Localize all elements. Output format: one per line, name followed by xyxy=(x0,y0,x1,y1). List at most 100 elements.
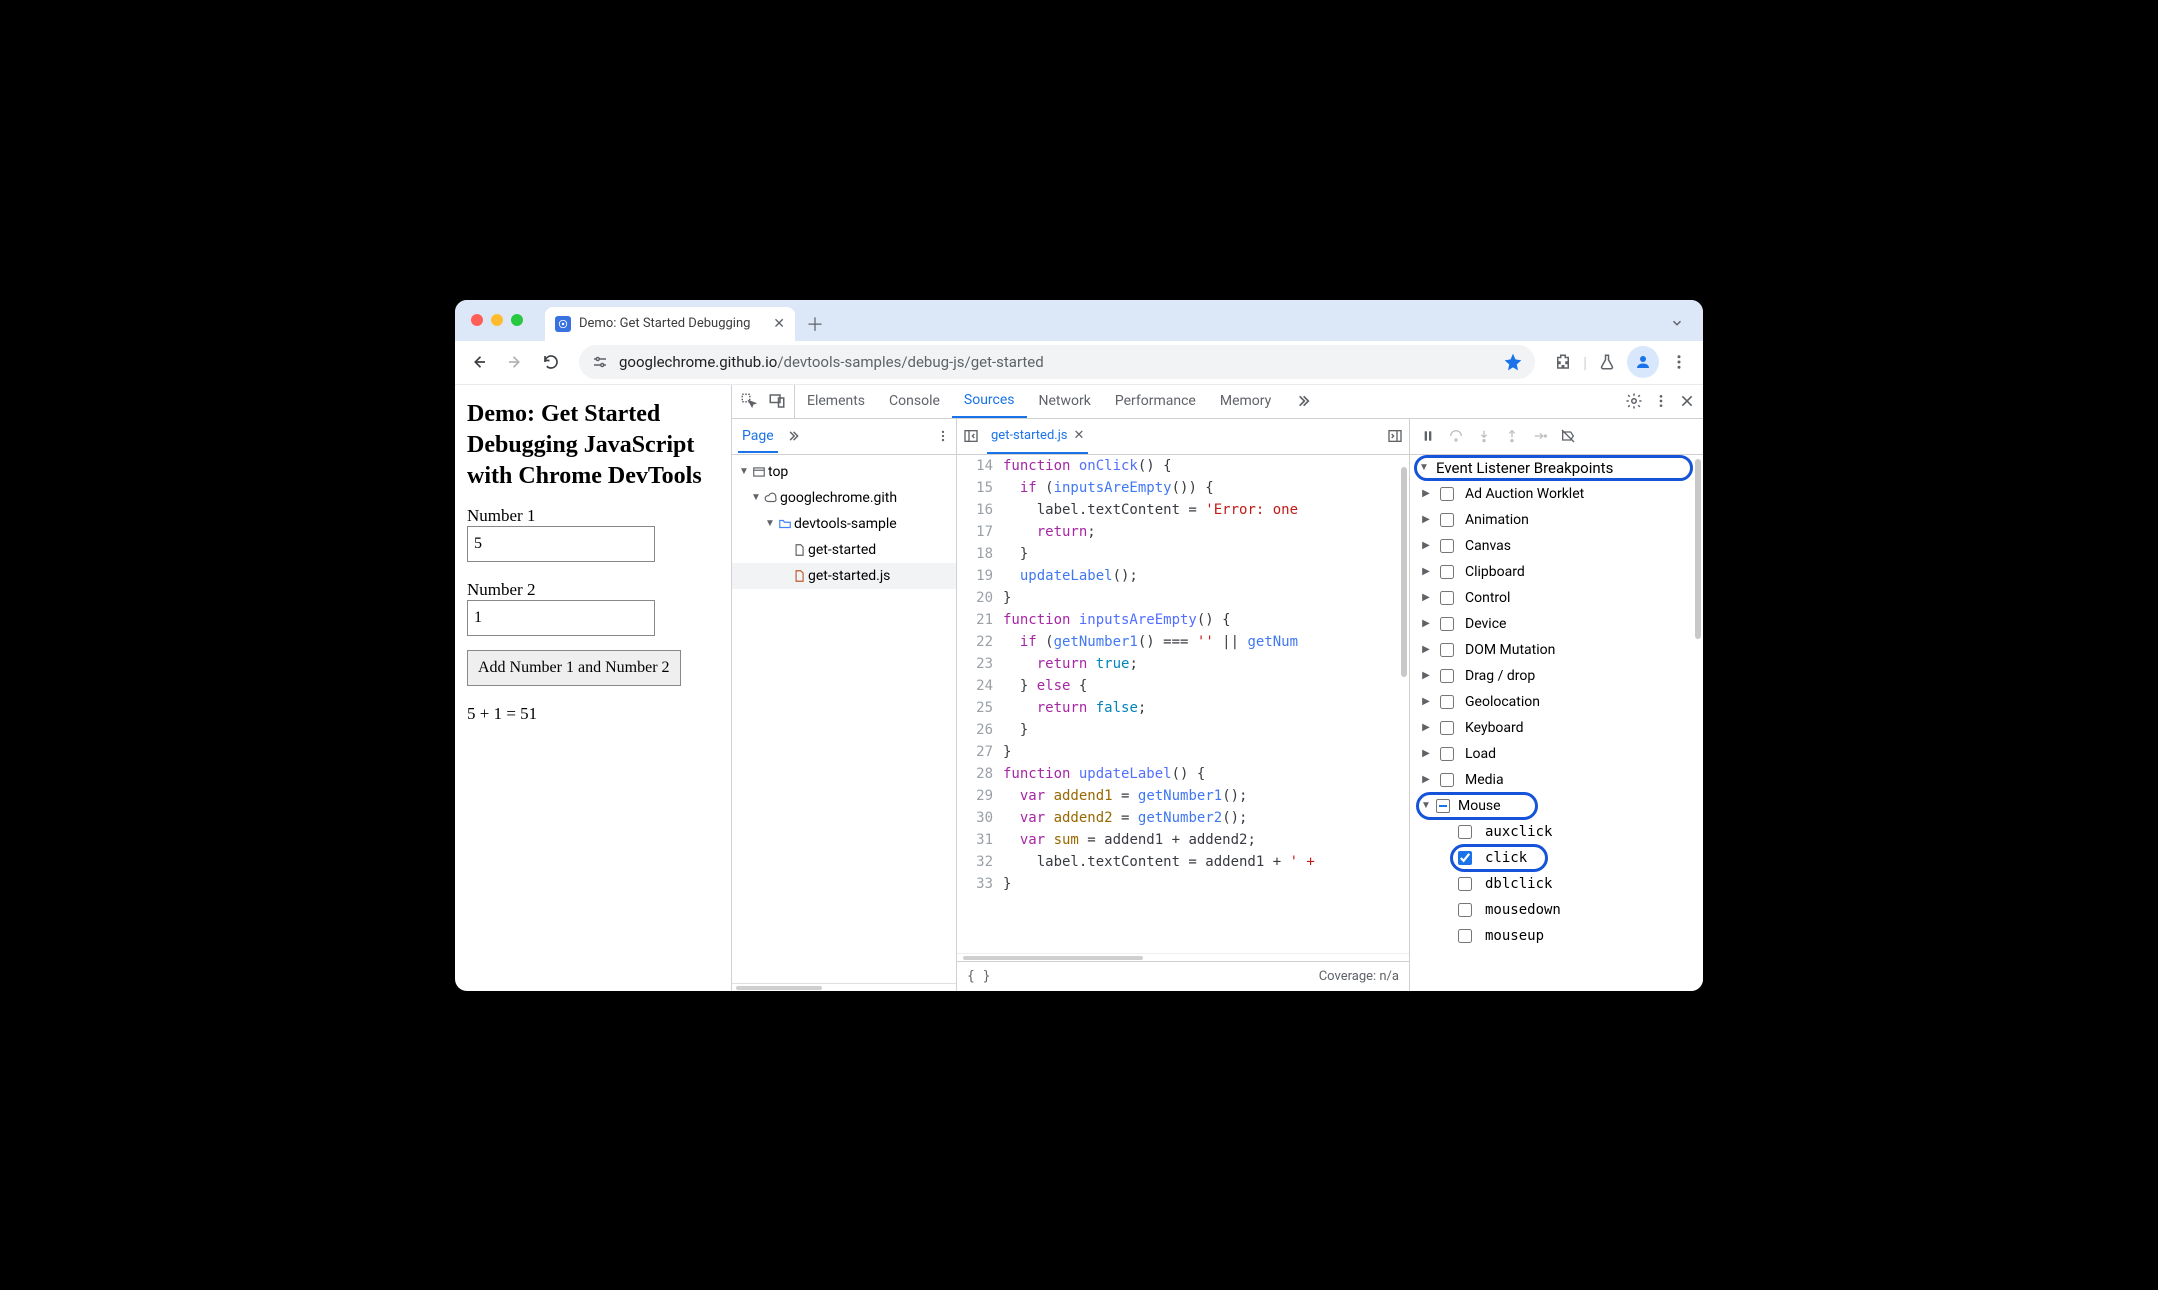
code-line[interactable]: 15 if (inputsAreEmpty()) { xyxy=(957,477,1409,499)
line-number[interactable]: 30 xyxy=(957,807,1003,829)
code-line[interactable]: 29 var addend1 = getNumber1(); xyxy=(957,785,1409,807)
category-checkbox[interactable] xyxy=(1440,591,1454,605)
category-row[interactable]: ▶Drag / drop xyxy=(1410,663,1703,689)
devtools-tab-console[interactable]: Console xyxy=(877,385,952,418)
event-row-mousedown[interactable]: mousedown xyxy=(1410,897,1703,923)
category-row[interactable]: ▶Load xyxy=(1410,741,1703,767)
more-panels-button[interactable] xyxy=(1283,385,1323,418)
code-line[interactable]: 33} xyxy=(957,873,1409,895)
category-checkbox[interactable] xyxy=(1440,721,1454,735)
category-row[interactable]: ▶Ad Auction Worklet xyxy=(1410,481,1703,507)
code-line[interactable]: 31 var sum = addend1 + addend2; xyxy=(957,829,1409,851)
debugger-scrollbar[interactable] xyxy=(1695,459,1701,639)
code-line[interactable]: 21function inputsAreEmpty() { xyxy=(957,609,1409,631)
line-number[interactable]: 27 xyxy=(957,741,1003,763)
code-viewport[interactable]: 14function onClick() {15 if (inputsAreEm… xyxy=(957,455,1409,953)
line-number[interactable]: 31 xyxy=(957,829,1003,851)
devtools-tab-performance[interactable]: Performance xyxy=(1103,385,1208,418)
category-row[interactable]: ▶Keyboard xyxy=(1410,715,1703,741)
code-line[interactable]: 22 if (getNumber1() === '' || getNum xyxy=(957,631,1409,653)
event-checkbox[interactable] xyxy=(1458,825,1472,839)
toggle-navigator-icon[interactable] xyxy=(963,428,979,444)
step-into-button[interactable] xyxy=(1476,428,1492,444)
browser-tab[interactable]: Demo: Get Started Debugging ✕ xyxy=(545,307,795,341)
tab-close-icon[interactable]: ✕ xyxy=(773,316,785,332)
number2-input[interactable]: 1 xyxy=(467,600,655,636)
category-row[interactable]: ▶Device xyxy=(1410,611,1703,637)
code-line[interactable]: 27} xyxy=(957,741,1409,763)
number1-input[interactable]: 5 xyxy=(467,526,655,562)
code-line[interactable]: 17 return; xyxy=(957,521,1409,543)
category-row[interactable]: ▶Clipboard xyxy=(1410,559,1703,585)
event-checkbox[interactable] xyxy=(1458,851,1472,865)
code-line[interactable]: 18 } xyxy=(957,543,1409,565)
reload-button[interactable] xyxy=(535,346,567,378)
line-number[interactable]: 25 xyxy=(957,697,1003,719)
site-settings-icon[interactable] xyxy=(591,353,609,371)
category-checkbox[interactable] xyxy=(1440,487,1454,501)
devtools-tab-memory[interactable]: Memory xyxy=(1208,385,1283,418)
checkbox-indeterminate-icon[interactable] xyxy=(1436,799,1450,813)
devtools-close-icon[interactable] xyxy=(1679,393,1695,409)
line-number[interactable]: 17 xyxy=(957,521,1003,543)
address-bar[interactable]: googlechrome.github.io/devtools-samples/… xyxy=(579,345,1535,379)
devtools-tab-network[interactable]: Network xyxy=(1027,385,1103,418)
line-number[interactable]: 29 xyxy=(957,785,1003,807)
category-row[interactable]: ▶Animation xyxy=(1410,507,1703,533)
profile-button[interactable] xyxy=(1627,346,1659,378)
code-line[interactable]: 25 return false; xyxy=(957,697,1409,719)
navigator-hscroll[interactable] xyxy=(732,983,956,991)
category-mouse[interactable]: ▼ Mouse xyxy=(1410,793,1703,819)
category-row[interactable]: ▶Canvas xyxy=(1410,533,1703,559)
category-checkbox[interactable] xyxy=(1440,669,1454,683)
tree-top[interactable]: ▼ top xyxy=(732,459,956,485)
toggle-debugger-icon[interactable] xyxy=(1387,428,1403,444)
file-tree[interactable]: ▼ top ▼ googlechrome.gith ▼ devtools-sam… xyxy=(732,455,956,983)
tab-search-button[interactable] xyxy=(1665,311,1689,335)
new-tab-button[interactable]: ＋ xyxy=(801,310,829,338)
code-line[interactable]: 16 label.textContent = 'Error: one xyxy=(957,499,1409,521)
line-number[interactable]: 26 xyxy=(957,719,1003,741)
step-button[interactable] xyxy=(1532,428,1548,444)
event-row-dblclick[interactable]: dblclick xyxy=(1410,871,1703,897)
category-checkbox[interactable] xyxy=(1440,565,1454,579)
navigator-subtab-page[interactable]: Page xyxy=(738,420,778,453)
code-line[interactable]: 19 updateLabel(); xyxy=(957,565,1409,587)
code-line[interactable]: 24 } else { xyxy=(957,675,1409,697)
tree-domain[interactable]: ▼ googlechrome.gith xyxy=(732,485,956,511)
line-number[interactable]: 18 xyxy=(957,543,1003,565)
line-number[interactable]: 28 xyxy=(957,763,1003,785)
maximize-window-button[interactable] xyxy=(511,314,523,326)
category-row[interactable]: ▶Control xyxy=(1410,585,1703,611)
code-line[interactable]: 20} xyxy=(957,587,1409,609)
close-window-button[interactable] xyxy=(471,314,483,326)
chrome-menu-button[interactable] xyxy=(1663,346,1695,378)
line-number[interactable]: 33 xyxy=(957,873,1003,895)
event-row-click[interactable]: click xyxy=(1410,845,1703,871)
code-line[interactable]: 14function onClick() { xyxy=(957,455,1409,477)
line-number[interactable]: 20 xyxy=(957,587,1003,609)
pretty-print-icon[interactable]: { } xyxy=(967,969,990,984)
category-checkbox[interactable] xyxy=(1440,643,1454,657)
bookmark-star-icon[interactable] xyxy=(1503,352,1523,372)
step-over-button[interactable] xyxy=(1448,428,1464,444)
category-row[interactable]: ▶Geolocation xyxy=(1410,689,1703,715)
navigator-more-subtabs[interactable] xyxy=(786,429,800,443)
event-checkbox[interactable] xyxy=(1458,929,1472,943)
labs-button[interactable] xyxy=(1591,346,1623,378)
category-checkbox[interactable] xyxy=(1440,773,1454,787)
code-line[interactable]: 28function updateLabel() { xyxy=(957,763,1409,785)
devtools-menu-icon[interactable] xyxy=(1653,393,1669,409)
event-row-mouseup[interactable]: mouseup xyxy=(1410,923,1703,949)
editor-hscroll[interactable] xyxy=(957,953,1409,961)
tree-folder[interactable]: ▼ devtools-sample xyxy=(732,511,956,537)
tree-file-js[interactable]: get-started.js xyxy=(732,563,956,589)
line-number[interactable]: 21 xyxy=(957,609,1003,631)
inspect-element-icon[interactable] xyxy=(740,392,758,410)
editor-tab-close-icon[interactable]: ✕ xyxy=(1074,428,1085,443)
category-checkbox[interactable] xyxy=(1440,513,1454,527)
line-number[interactable]: 16 xyxy=(957,499,1003,521)
code-line[interactable]: 23 return true; xyxy=(957,653,1409,675)
devtools-settings-icon[interactable] xyxy=(1625,392,1643,410)
category-checkbox[interactable] xyxy=(1440,747,1454,761)
